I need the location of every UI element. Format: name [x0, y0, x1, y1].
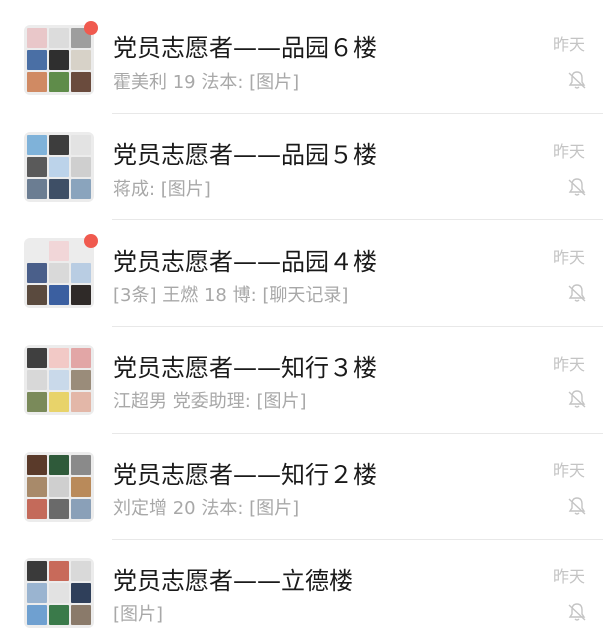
member-avatar-tile: [27, 499, 47, 519]
unread-dot: [84, 234, 98, 248]
member-avatar-tile: [27, 583, 47, 603]
member-avatar-tile: [49, 157, 69, 177]
mute-bell-icon: [568, 603, 586, 621]
member-avatar-tile: [49, 499, 69, 519]
chat-preview: 蒋成: [图片]: [113, 179, 211, 200]
chat-title: 党员志愿者——品园５楼: [113, 141, 377, 169]
mute-bell-icon: [568, 497, 586, 515]
member-avatar-tile: [71, 477, 91, 497]
member-avatar-tile: [71, 605, 91, 625]
member-avatar-tile: [27, 263, 47, 283]
chat-time: 昨天: [553, 461, 586, 480]
chat-preview: [3条] 王燃 18 博: [聊天记录]: [113, 285, 349, 306]
member-avatar-tile: [49, 50, 69, 70]
chat-time: 昨天: [553, 567, 586, 586]
member-avatar-tile: [71, 348, 91, 368]
member-avatar-tile: [27, 605, 47, 625]
chat-time: 昨天: [553, 142, 586, 161]
chat-row[interactable]: 党员志愿者——知行３楼 江超男 党委助理: [图片] 昨天: [0, 320, 603, 434]
chat-time: 昨天: [553, 355, 586, 374]
group-avatar: [24, 132, 94, 202]
member-avatar-tile: [49, 370, 69, 390]
member-avatar-tile: [71, 455, 91, 475]
member-avatar-tile: [27, 455, 47, 475]
member-avatar-tile: [49, 72, 69, 92]
member-avatar-tile: [27, 561, 47, 581]
member-avatar-tile: [71, 499, 91, 519]
group-avatar: [24, 452, 94, 522]
chat-title: 党员志愿者——立德楼: [113, 567, 353, 595]
chat-time: 昨天: [553, 35, 586, 54]
member-avatar-tile: [27, 477, 47, 497]
member-avatar-tile: [27, 392, 47, 412]
member-avatar-tile: [71, 135, 91, 155]
chat-row[interactable]: 党员志愿者——品园４楼 [3条] 王燃 18 博: [聊天记录] 昨天: [0, 213, 603, 327]
mute-bell-icon: [568, 390, 586, 408]
member-avatar-tile: [49, 263, 69, 283]
member-avatar-tile: [49, 455, 69, 475]
mute-bell-icon: [568, 178, 586, 196]
chat-preview: 刘定增 20 法本: [图片]: [113, 498, 300, 519]
member-avatar-tile: [71, 392, 91, 412]
member-avatar-tile: [49, 561, 69, 581]
chat-row[interactable]: 党员志愿者——立德楼 [图片] 昨天: [0, 533, 603, 639]
member-avatar-tile: [49, 285, 69, 305]
group-avatar: [24, 558, 94, 628]
member-avatar-tile: [27, 28, 47, 48]
chat-row[interactable]: 党员志愿者——品园５楼 蒋成: [图片] 昨天: [0, 107, 603, 220]
member-avatar-tile: [49, 605, 69, 625]
mute-bell-icon: [568, 71, 586, 89]
member-avatar-tile: [27, 241, 47, 261]
member-avatar-tile: [27, 370, 47, 390]
chat-title: 党员志愿者——知行２楼: [113, 461, 377, 489]
member-avatar-tile: [27, 50, 47, 70]
unread-dot: [84, 21, 98, 35]
member-avatar-tile: [71, 583, 91, 603]
member-avatar-tile: [27, 72, 47, 92]
mute-bell-icon: [568, 284, 586, 302]
member-avatar-tile: [49, 28, 69, 48]
member-avatar-tile: [49, 583, 69, 603]
member-avatar-tile: [27, 157, 47, 177]
member-avatar-tile: [27, 179, 47, 199]
member-avatar-tile: [27, 285, 47, 305]
member-avatar-tile: [71, 50, 91, 70]
chat-preview: [图片]: [113, 604, 164, 625]
member-avatar-tile: [71, 285, 91, 305]
member-avatar-tile: [27, 135, 47, 155]
member-avatar-tile: [71, 157, 91, 177]
member-avatar-tile: [49, 348, 69, 368]
chat-row[interactable]: 党员志愿者——知行２楼 刘定增 20 法本: [图片] 昨天: [0, 427, 603, 540]
member-avatar-tile: [71, 179, 91, 199]
group-avatar: [24, 345, 94, 415]
chat-title: 党员志愿者——知行３楼: [113, 354, 377, 382]
chat-preview: 江超男 党委助理: [图片]: [113, 391, 307, 412]
member-avatar-tile: [71, 561, 91, 581]
chat-preview: 霍美利 19 法本: [图片]: [113, 72, 300, 93]
chat-row[interactable]: 党员志愿者——品园６楼 霍美利 19 法本: [图片] 昨天: [0, 0, 603, 114]
member-avatar-tile: [49, 477, 69, 497]
member-avatar-tile: [49, 135, 69, 155]
chat-time: 昨天: [553, 248, 586, 267]
group-avatar: [24, 25, 94, 95]
chat-title: 党员志愿者——品园６楼: [113, 34, 377, 62]
chat-title: 党员志愿者——品园４楼: [113, 248, 377, 276]
group-avatar: [24, 238, 94, 308]
member-avatar-tile: [71, 370, 91, 390]
member-avatar-tile: [27, 348, 47, 368]
member-avatar-tile: [49, 241, 69, 261]
member-avatar-tile: [71, 72, 91, 92]
chat-list: 党员志愿者——品园６楼 霍美利 19 法本: [图片] 昨天 党员志愿者——品园…: [0, 0, 603, 636]
member-avatar-tile: [49, 179, 69, 199]
member-avatar-tile: [71, 263, 91, 283]
member-avatar-tile: [49, 392, 69, 412]
